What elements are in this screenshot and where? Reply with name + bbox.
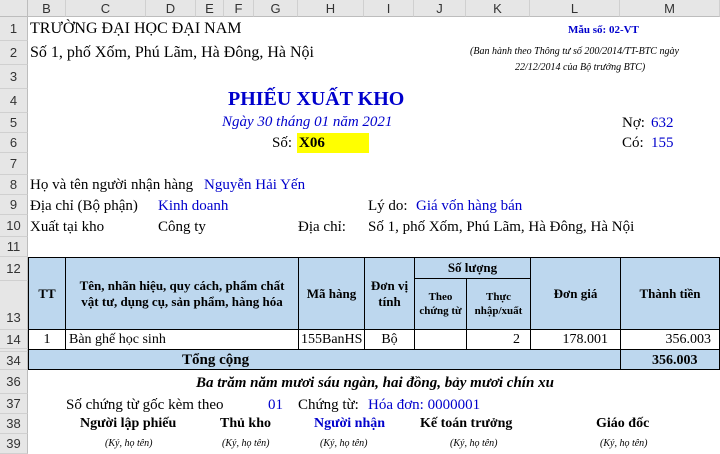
signature-director: Giáo đốc [596,416,650,431]
row-item-code[interactable]: 155BanHS [298,329,365,350]
row-amount[interactable]: 356.003 [620,329,720,350]
column-header-i[interactable]: I [364,0,414,17]
doc-number-label: Số: [272,135,293,151]
warehouse-value[interactable]: Công ty [158,218,206,236]
row-header-38[interactable]: 38 [0,414,28,434]
attached-docs-label: Số chứng từ gốc kèm theo [66,397,224,413]
reason-value[interactable]: Giá vốn hàng bán [416,197,522,215]
receiver-value[interactable]: Nguyễn Hải Yến [204,176,305,194]
row-header-11[interactable]: 11 [0,237,28,257]
column-header-f[interactable]: F [224,0,254,17]
row-header-34[interactable]: 34 [0,352,28,370]
column-header-c[interactable]: C [66,0,146,17]
column-header-k[interactable]: K [466,0,530,17]
voucher-value[interactable]: Hóa đơn: 0000001 [368,396,480,414]
table-header-qty-real: Thực nhập/xuất [466,278,531,330]
signature-receiver: Người nhận [314,416,386,431]
reason-label: Lý do: [368,198,408,214]
attached-docs-value[interactable]: 01 [268,396,283,414]
row-header-36[interactable]: 36 [0,370,28,394]
total-row [28,349,720,370]
signature-accountant-note: (Ký, họ tên) [450,438,498,449]
warehouse-label: Xuất tại kho [30,219,105,235]
voucher-label: Chứng từ: [298,397,359,413]
signature-keeper-note: (Ký, họ tên) [222,438,270,449]
table-header-qty-doc: Theo chứng từ [414,278,467,330]
credit-value[interactable]: 155 [651,134,674,152]
total-label: Tổng cộng [182,352,250,368]
spreadsheet-sheet: B C D E F G H I J K L M 1 2 3 4 5 6 7 8 … [0,0,720,454]
table-header-quantity: Số lượng [414,257,531,279]
column-header-m[interactable]: M [620,0,720,17]
row-header-37[interactable]: 37 [0,394,28,414]
debit-value[interactable]: 632 [651,114,674,132]
signature-director-note: (Ký, họ tên) [600,438,648,449]
department-value[interactable]: Kinh doanh [158,197,228,215]
column-header-h[interactable]: H [298,0,364,17]
total-divider [620,349,621,370]
row-unit[interactable]: Bộ [364,329,415,350]
row-header-8[interactable]: 8 [0,175,28,195]
school-address: Số 1, phố Xốm, Phú Lãm, Hà Đông, Hà Nội [30,44,314,61]
table-header-code: Mã hàng [298,257,365,330]
debit-label: Nợ: [622,115,645,131]
regulation-line-1: (Ban hành theo Thông tư số 200/2014/TT-B… [470,46,679,57]
warehouse-address-label: Địa chỉ: [298,219,346,235]
row-header-2[interactable]: 2 [0,41,28,65]
table-header-name: Tên, nhãn hiệu, quy cách, phẩm chất vật … [65,257,299,330]
regulation-line-2: 22/12/2014 của Bộ trưởng BTC) [515,62,646,73]
row-header-14[interactable]: 14 [0,330,28,349]
amount-in-words: Ba trăm năm mươi sáu ngàn, hai đồng, bảy… [196,375,554,391]
total-amount[interactable]: 356.003 [652,352,698,370]
receiver-label: Họ và tên người nhận hàng [30,177,194,193]
table-header-unit: Đơn vị tính [364,257,415,330]
signature-maker-note: (Ký, họ tên) [105,438,153,449]
form-number: Mẫu số: 02-VT [568,24,639,36]
row-header-7[interactable]: 7 [0,153,28,175]
signature-keeper: Thủ kho [220,416,271,431]
row-header-10[interactable]: 10 [0,215,28,237]
row-header-13[interactable]: 13 [0,281,28,330]
column-header-j[interactable]: J [414,0,466,17]
column-header-g[interactable]: G [254,0,298,17]
row-item-name[interactable]: Bàn ghế học sinh [65,329,299,350]
school-name: TRƯỜNG ĐẠI HỌC ĐẠI NAM [30,20,242,37]
row-header-9[interactable]: 9 [0,195,28,215]
document-date: Ngày 30 tháng 01 năm 2021 [222,114,393,130]
doc-number-value[interactable]: X06 [297,133,369,153]
table-header-amount: Thành tiền [620,257,720,330]
select-all-corner[interactable] [0,0,28,17]
row-header-12[interactable]: 12 [0,257,28,281]
column-header-l[interactable]: L [530,0,620,17]
row-header-1[interactable]: 1 [0,17,28,41]
column-header-b[interactable]: B [28,0,66,17]
department-label: Địa chỉ (Bộ phận) [30,198,138,214]
table-header-price: Đơn giá [530,257,621,330]
signature-receiver-note: (Ký, họ tên) [320,438,368,449]
row-header-3[interactable]: 3 [0,65,28,89]
row-tt[interactable]: 1 [28,329,66,350]
column-header-d[interactable]: D [146,0,196,17]
signature-accountant: Kế toán trưởng [420,416,513,431]
row-qty-doc[interactable] [414,329,467,350]
row-qty-real[interactable]: 2 [466,329,531,350]
signature-maker: Người lập phiếu [80,416,177,431]
warehouse-address-value[interactable]: Số 1, phố Xốm, Phú Lãm, Hà Đông, Hà Nội [368,218,634,236]
document-title: PHIẾU XUẤT KHO [228,88,405,110]
row-header-4[interactable]: 4 [0,89,28,113]
credit-label: Có: [622,135,644,151]
row-header-39[interactable]: 39 [0,434,28,454]
row-price[interactable]: 178.001 [530,329,621,350]
row-header-5[interactable]: 5 [0,113,28,133]
column-header-e[interactable]: E [196,0,224,17]
row-header-6[interactable]: 6 [0,133,28,153]
table-header-tt: TT [28,257,66,330]
